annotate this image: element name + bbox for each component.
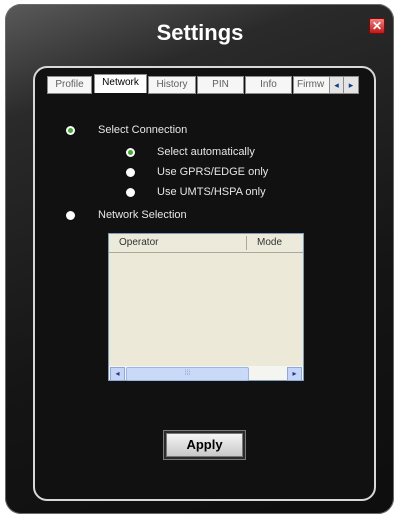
- horizontal-scrollbar[interactable]: ◂ ⁞⁞⁞ ▸: [109, 366, 303, 381]
- tab-scroll-left-icon[interactable]: ◂: [329, 76, 344, 94]
- operator-list[interactable]: Operator Mode ◂ ⁞⁞⁞ ▸: [108, 233, 304, 381]
- scroll-left-icon[interactable]: ◂: [110, 367, 125, 381]
- column-header-operator[interactable]: Operator: [119, 237, 158, 248]
- select-connection-radio[interactable]: [66, 126, 75, 135]
- scroll-thumb[interactable]: ⁞⁞⁞: [126, 367, 249, 381]
- umts-hspa-only-label: Use UMTS/HSPA only: [157, 186, 266, 198]
- tab-pin[interactable]: PIN: [197, 76, 244, 94]
- column-divider[interactable]: [246, 236, 247, 250]
- network-selection-label: Network Selection: [98, 209, 187, 221]
- window-title: Settings: [156, 20, 244, 45]
- tab-profile[interactable]: Profile: [47, 76, 92, 94]
- tab-firmware[interactable]: Firmw: [293, 76, 334, 94]
- gprs-edge-only-label: Use GPRS/EDGE only: [157, 166, 269, 178]
- network-selection-radio[interactable]: [66, 211, 75, 220]
- tab-history[interactable]: History: [148, 76, 196, 94]
- select-connection-label: Select Connection: [98, 124, 188, 136]
- column-header-mode[interactable]: Mode: [257, 237, 282, 248]
- select-automatically-label: Select automatically: [157, 146, 255, 158]
- tab-network[interactable]: Network: [94, 74, 147, 93]
- gprs-edge-only-radio[interactable]: [126, 168, 135, 177]
- scroll-right-icon[interactable]: ▸: [287, 367, 302, 381]
- apply-button[interactable]: Apply: [166, 433, 243, 457]
- close-icon[interactable]: ✕: [369, 18, 385, 34]
- select-automatically-radio[interactable]: [126, 148, 135, 157]
- tab-info[interactable]: Info: [245, 76, 292, 94]
- list-header: Operator Mode: [109, 234, 303, 253]
- tab-strip: Profile Network History PIN Info Firmw ◂…: [47, 74, 359, 94]
- tab-scroll-right-icon[interactable]: ▸: [343, 76, 359, 94]
- umts-hspa-only-radio[interactable]: [126, 188, 135, 197]
